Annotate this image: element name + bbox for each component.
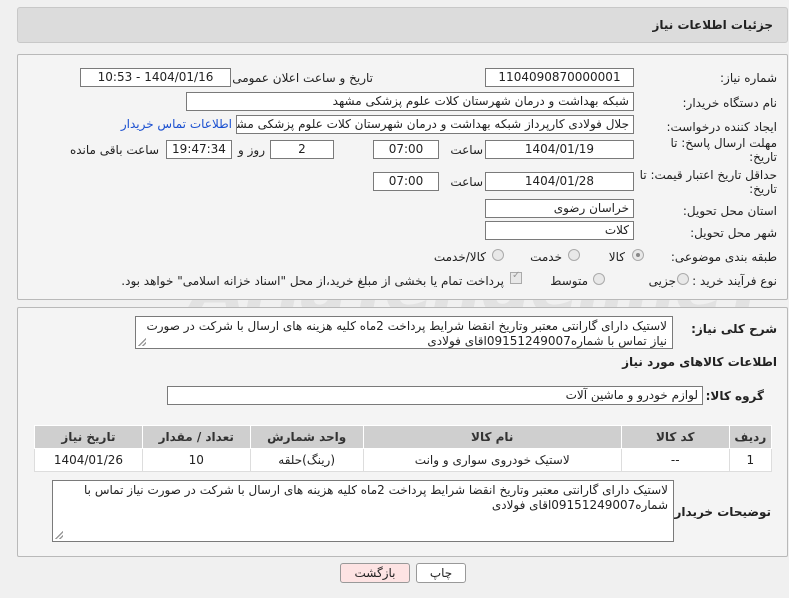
price-time-label: ساعت — [450, 175, 483, 189]
need-number-label: شماره نیاز: — [720, 71, 777, 85]
process-option-medium: متوسط — [550, 274, 588, 288]
buyer-org-field[interactable]: شبکه بهداشت و درمان شهرستان کلات علوم پز… — [186, 92, 634, 111]
category-radio-both[interactable] — [492, 249, 504, 261]
remaining-label: ساعت باقی مانده — [69, 143, 159, 157]
category-option-goods: کالا — [608, 250, 625, 264]
cell-date: 1404/01/26 — [34, 448, 143, 472]
description-label: شرح کلی نیاز: — [691, 322, 777, 336]
description-text: لاستیک دارای گارانتی معتبر وتاریخ انقضا … — [146, 319, 667, 348]
goods-group-label: گروه کالا: — [705, 389, 764, 403]
cell-code: -- — [620, 448, 730, 472]
back-button[interactable]: بازگشت — [340, 563, 410, 583]
city-field[interactable]: کلات — [485, 221, 634, 240]
page-title: جزئیات اطلاعات نیاز — [652, 18, 773, 32]
category-label: طبقه بندی موضوعی: — [670, 250, 777, 264]
category-radio-service[interactable] — [568, 249, 580, 261]
goods-table: ردیف کد کالا نام کالا واحد شمارش تعداد /… — [34, 425, 773, 472]
goods-table-header: ردیف کد کالا نام کالا واحد شمارش تعداد /… — [34, 425, 773, 449]
table-row[interactable]: 1 -- لاستیک خودروی سواری و وانت (رینگ)حل… — [34, 448, 773, 472]
col-code: کد کالا — [620, 425, 730, 449]
buyer-notes-label: توضیحات خریدار: — [669, 505, 771, 519]
buyer-org-label: نام دستگاه خریدار: — [682, 96, 778, 110]
province-label: استان محل تحویل: — [682, 204, 777, 218]
send-deadline-label: مهلت ارسال پاسخ: تا — [670, 136, 777, 150]
days-label: روز و — [238, 143, 265, 157]
col-row: ردیف — [728, 425, 773, 449]
price-date-field[interactable]: 1404/01/28 — [485, 172, 634, 191]
category-radio-goods[interactable] — [632, 249, 644, 261]
province-field[interactable]: خراسان رضوی — [485, 199, 634, 218]
send-time-field[interactable]: 07:00 — [373, 140, 439, 159]
cell-qty: 10 — [141, 448, 251, 472]
process-radio-medium[interactable] — [593, 273, 605, 285]
col-date: تاریخ نیاز — [34, 425, 143, 449]
announce-field[interactable]: 1404/01/16 - 10:53 — [80, 68, 231, 87]
buyer-contact-link[interactable]: اطلاعات تماس خریدار — [121, 117, 232, 131]
announce-label: تاریخ و ساعت اعلان عمومی: — [228, 71, 373, 85]
col-unit: واحد شمارش — [249, 425, 364, 449]
treasury-payment-note: پرداخت تمام یا بخشی از مبلغ خرید،از محل … — [121, 274, 504, 288]
treasury-payment-checkbox[interactable] — [510, 270, 522, 284]
process-radio-small[interactable] — [677, 273, 689, 285]
process-label: نوع فرآیند خرید : — [692, 274, 777, 288]
city-label: شهر محل تحویل: — [690, 226, 777, 240]
print-button[interactable]: چاپ — [416, 563, 466, 583]
cell-row: 1 — [728, 448, 773, 472]
col-name: نام کالا — [362, 425, 622, 449]
buyer-notes-text: لاستیک دارای گارانتی معتبر وتاریخ انقضا … — [84, 483, 668, 512]
price-time-field[interactable]: 07:00 — [373, 172, 439, 191]
buyer-notes-textarea[interactable]: لاستیک دارای گارانتی معتبر وتاریخ انقضا … — [52, 480, 674, 542]
goods-info-title: اطلاعات کالاهای مورد نیاز — [622, 355, 777, 369]
cell-unit: (رینگ)حلقه — [249, 448, 364, 472]
price-valid-label: حداقل تاریخ اعتبار قیمت: تا — [639, 168, 777, 182]
page-header: جزئیات اطلاعات نیاز — [17, 7, 788, 43]
remaining-time-field[interactable]: 19:47:34 — [166, 140, 232, 159]
creator-label: ایجاد کننده درخواست: — [666, 120, 777, 134]
cell-name: لاستیک خودروی سواری و وانت — [362, 448, 622, 472]
creator-field[interactable]: جلال فولادی کارپرداز شبکه بهداشت و درمان… — [236, 115, 634, 134]
description-textarea[interactable]: لاستیک دارای گارانتی معتبر وتاریخ انقضا … — [135, 316, 673, 349]
category-option-service: خدمت — [530, 250, 562, 264]
send-time-label: ساعت — [450, 143, 483, 157]
send-date-field[interactable]: 1404/01/19 — [485, 140, 634, 159]
resize-grip-icon[interactable] — [138, 338, 146, 346]
days-field[interactable]: 2 — [270, 140, 334, 159]
goods-group-field[interactable]: لوازم خودرو و ماشین آلات — [167, 386, 703, 405]
col-qty: تعداد / مقدار — [141, 425, 251, 449]
send-deadline-label-date: تاریخ: — [749, 150, 777, 164]
resize-grip-icon[interactable] — [55, 531, 63, 539]
process-option-small: جزیی — [648, 274, 676, 288]
need-number-field[interactable]: 1104090870000001 — [485, 68, 634, 87]
price-valid-label-date: تاریخ: — [749, 182, 777, 196]
category-option-both: کالا/خدمت — [433, 250, 486, 264]
